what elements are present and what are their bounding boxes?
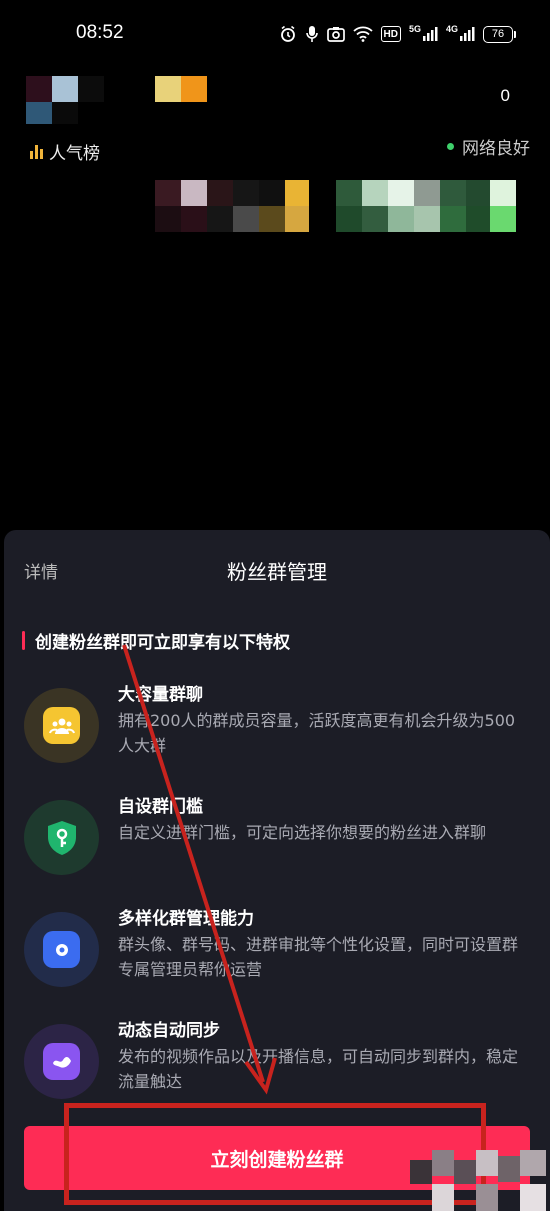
rank-icon [30,144,43,159]
feature-title: 大容量群聊 [118,685,203,705]
feature-description: 发布的视频作品以及开播信息，可自动同步到群内，稳定流量触达 [118,1047,519,1091]
feature-icon-bg [24,912,99,987]
signal-icon: 4G [446,23,475,45]
feature-item: 多样化群管理能力 群头像、群号码、进群审批等个性化设置，同时可设置群专属管理员帮… [24,904,534,1004]
battery-icon: 76 [483,25,516,43]
camera-icon [326,23,345,45]
wifi-icon [352,23,373,45]
viewer-count[interactable]: 0 [501,86,510,106]
feature-description: 自定义进群门槛，可定向选择你想要的粉丝进入群聊 [118,823,487,842]
section-accent-bar [22,631,25,650]
signal-icon: 5G [409,23,438,45]
feature-description: 拥有200人的群成员容量，活跃度高更有机会升级为500人大群 [118,711,516,755]
feature-item: 大容量群聊 拥有200人的群成员容量，活跃度高更有机会升级为500人大群 [24,680,534,780]
feature-title: 自设群门槛 [118,797,203,817]
group-icon [43,707,80,744]
feature-title: 多样化群管理能力 [118,909,254,929]
feature-description: 群头像、群号码、进群审批等个性化设置，同时可设置群专属管理员帮你运营 [118,935,519,979]
feature-item: 动态自动同步 发布的视频作品以及开播信息，可自动同步到群内，稳定流量触达 [24,1016,534,1116]
rank-label: 人气榜 [49,144,100,164]
key-shield-icon [43,819,80,856]
network-status: 网络良好 [447,134,530,159]
section-header: 创建粉丝群即可立即享有以下特权 [22,628,290,653]
battery-level: 76 [483,25,513,43]
feature-icon-bg [24,1024,99,1099]
status-time: 08:52 [76,22,124,43]
feature-title: 动态自动同步 [118,1021,220,1041]
network-status-label: 网络良好 [462,139,530,159]
alarm-icon [279,23,297,45]
sync-icon [43,1043,80,1080]
mic-icon [305,23,319,45]
popularity-rank[interactable]: 人气榜 [30,139,100,164]
network-dot-icon [447,143,454,150]
network-type-label: 5G [408,24,421,34]
section-title: 创建粉丝群即可立即享有以下特权 [35,633,290,653]
status-icons: HD 5G 4G 76 [279,22,516,46]
settings-icon [43,931,80,968]
sheet-title: 粉丝群管理 [227,560,327,584]
network-type-label: 4G [445,24,458,34]
feature-icon-bg [24,688,99,763]
status-bar: 08:52 HD 5G 4G 76 [0,0,550,70]
feature-icon-bg [24,800,99,875]
hd-badge: HD [380,26,401,42]
annotation-box [64,1103,486,1205]
feature-item: 自设群门槛 自定义进群门槛，可定向选择你想要的粉丝进入群聊 [24,792,534,892]
